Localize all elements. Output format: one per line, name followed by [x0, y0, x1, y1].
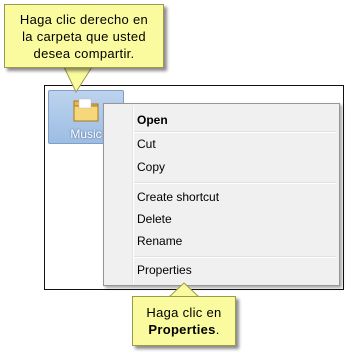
callout-bottom-line2: Properties. — [133, 321, 235, 338]
instruction-callout-bottom: Haga clic en Properties. — [132, 296, 236, 346]
menu-item-open[interactable]: Open — [137, 113, 168, 127]
context-menu: Open Cut Copy Create shortcut Delete Ren… — [103, 103, 340, 286]
menu-item-delete[interactable]: Delete — [137, 212, 172, 226]
callout-top-line3: desea compartir. — [33, 46, 135, 61]
folder-icon — [71, 95, 101, 130]
menu-item-copy[interactable]: Copy — [137, 160, 165, 174]
callout-pointer-top — [63, 66, 93, 94]
menu-separator — [134, 182, 336, 184]
menu-item-create-shortcut[interactable]: Create shortcut — [137, 190, 219, 204]
callout-bottom-emphasis: Properties — [148, 322, 216, 337]
callout-bottom-line1: Haga clic en — [146, 305, 222, 320]
menu-separator — [134, 256, 336, 258]
callout-bottom-suffix: . — [215, 322, 220, 337]
instruction-callout-top: Haga clic derecho en la carpeta que uste… — [4, 4, 164, 68]
callout-top-line1: Haga clic derecho en — [19, 12, 149, 27]
menu-separator — [134, 131, 336, 133]
menu-item-rename[interactable]: Rename — [137, 234, 182, 248]
menu-item-cut[interactable]: Cut — [137, 137, 156, 151]
menu-item-properties[interactable]: Properties — [137, 263, 192, 277]
callout-top-line2: la carpeta que usted — [22, 29, 146, 44]
